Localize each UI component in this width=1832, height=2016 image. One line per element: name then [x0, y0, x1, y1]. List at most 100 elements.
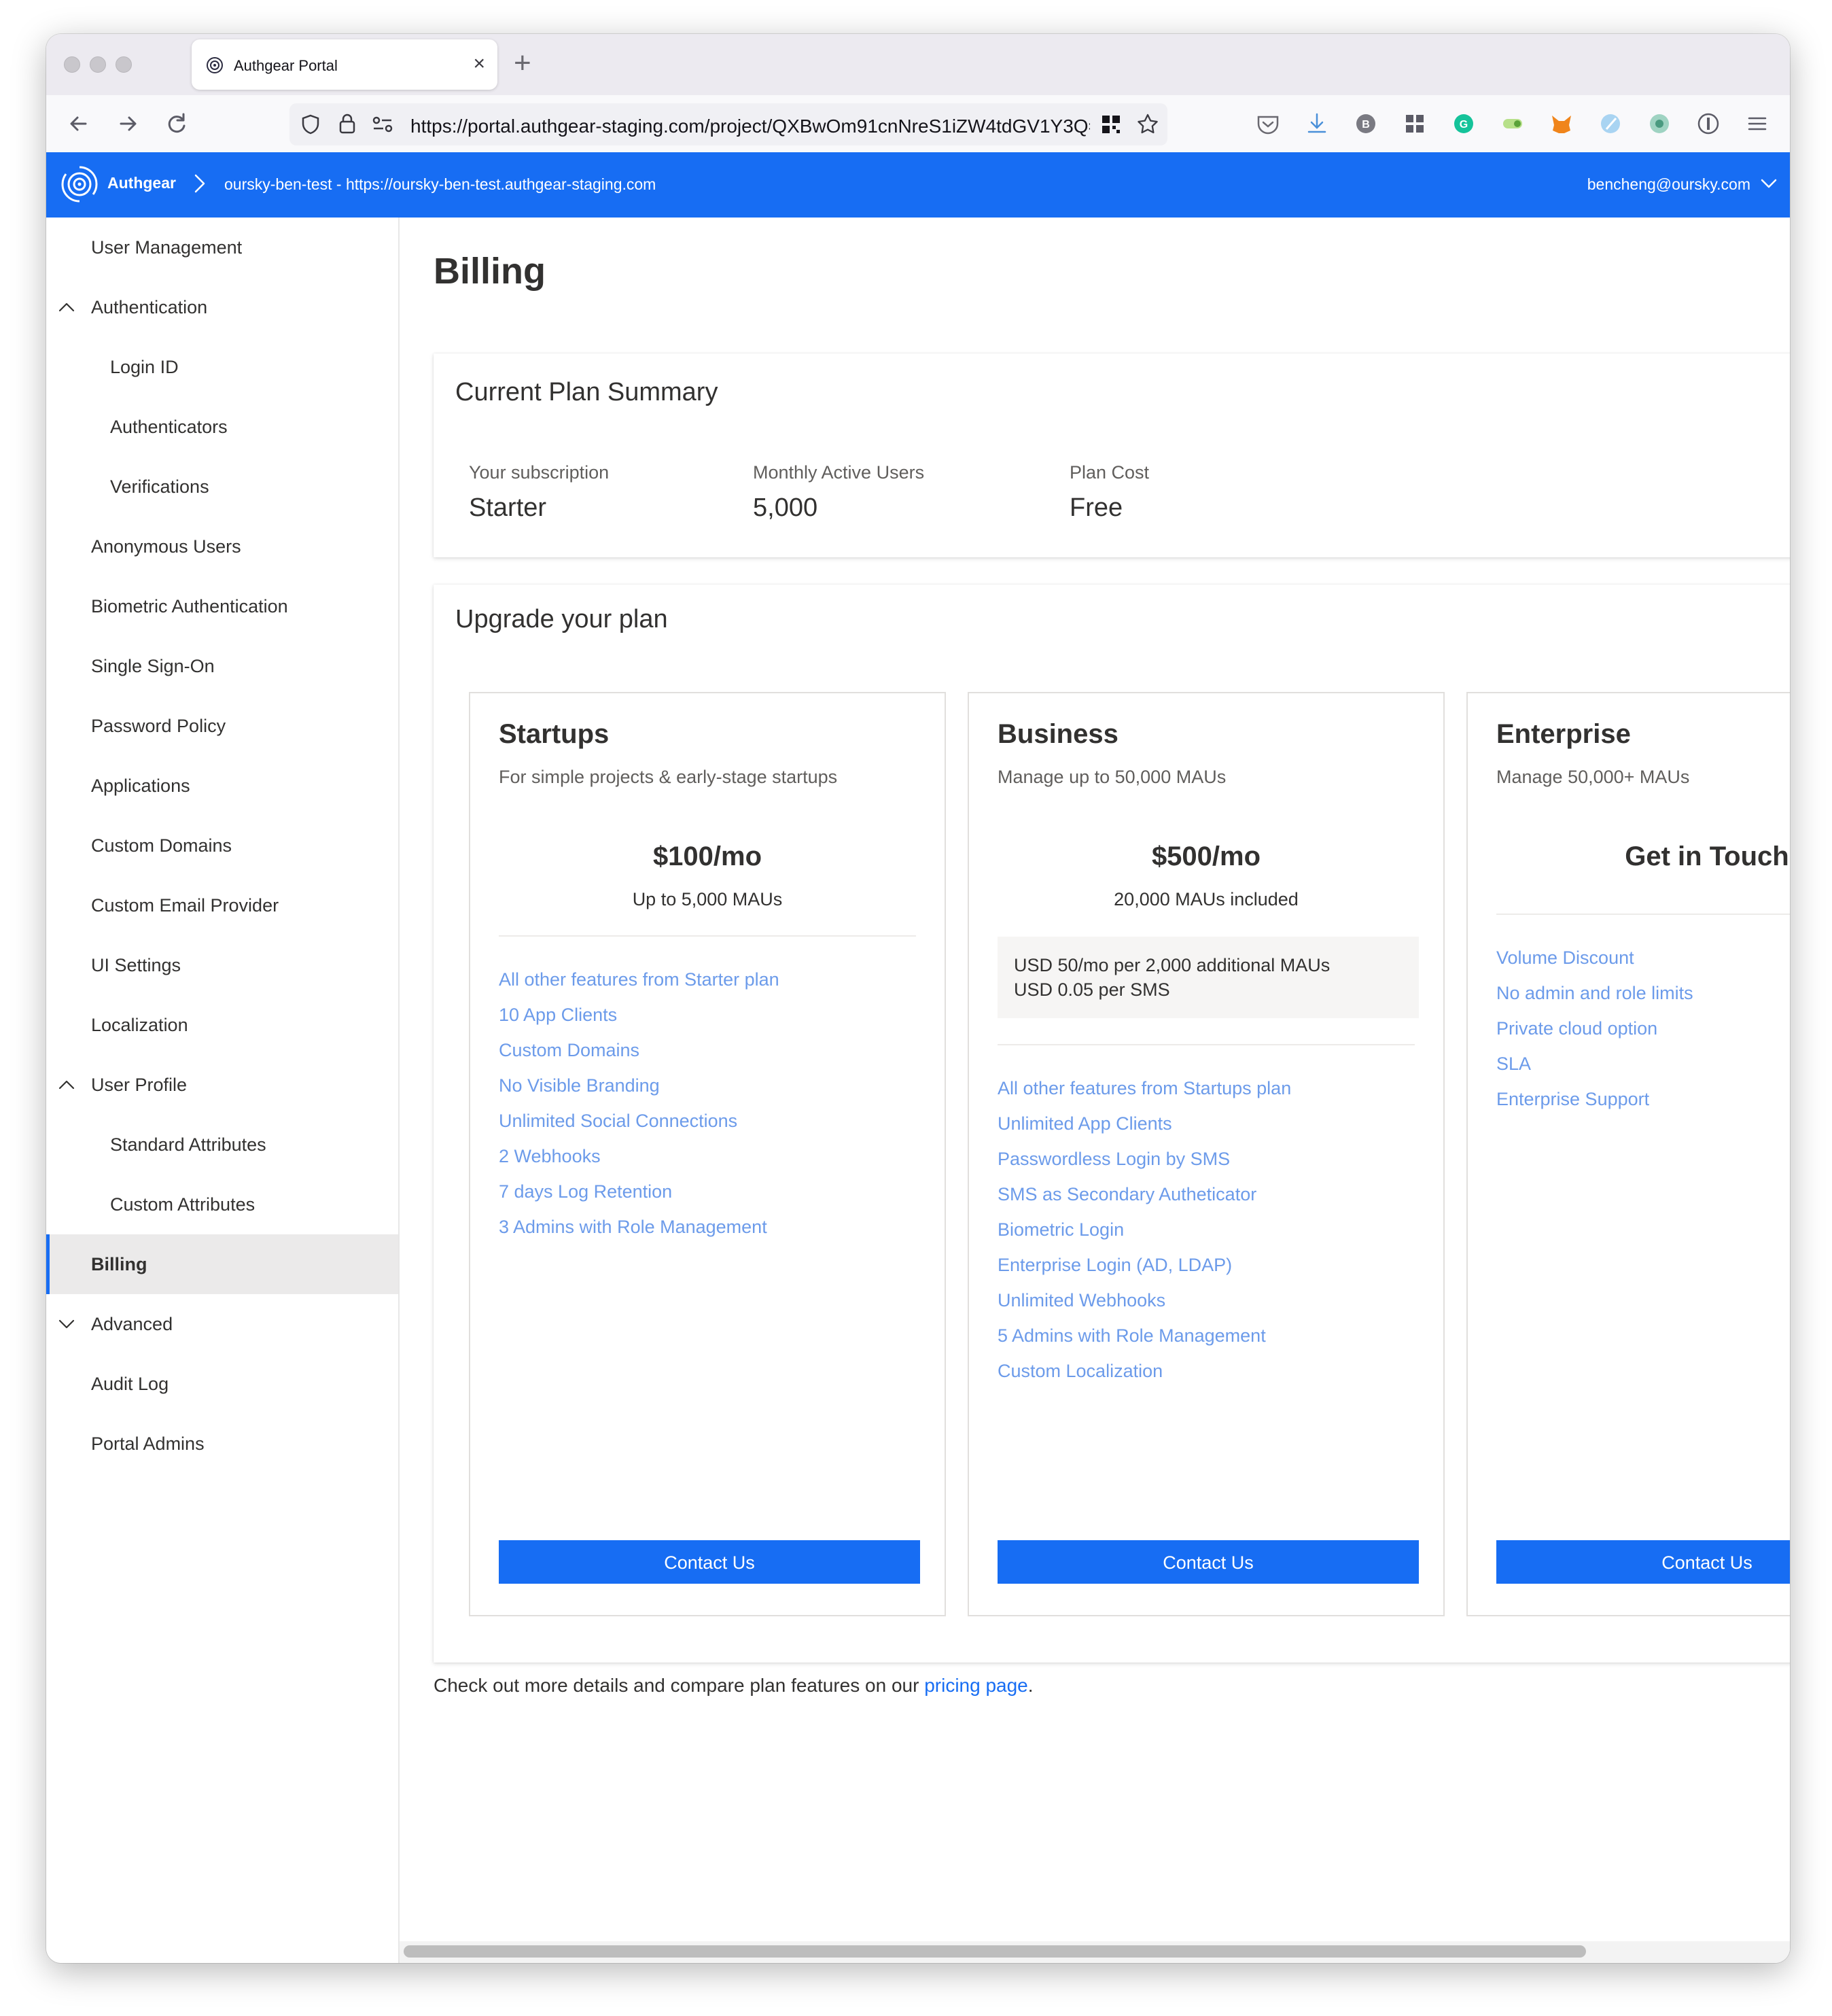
sidebar-item-label: Custom Domains: [91, 835, 232, 856]
sidebar-item-advanced[interactable]: Advanced: [46, 1294, 398, 1354]
feature-link[interactable]: Volume Discount: [1496, 948, 1634, 969]
permissions-icon[interactable]: [371, 114, 394, 135]
sidebar-item-label: Authentication: [91, 297, 208, 317]
sidebar-item-user-management[interactable]: User Management: [46, 218, 398, 277]
feature-link[interactable]: 3 Admins with Role Management: [499, 1217, 767, 1238]
download-icon[interactable]: [1302, 109, 1332, 139]
breadcrumb-chevron-icon: [194, 174, 205, 193]
minimize-window-button[interactable]: [90, 56, 106, 73]
pricing-page-link[interactable]: pricing page: [924, 1675, 1028, 1696]
brand-name[interactable]: Authgear: [107, 174, 176, 192]
back-icon[interactable]: [63, 107, 95, 140]
feature-link[interactable]: Private cloud option: [1496, 1018, 1657, 1039]
circle-extension-icon[interactable]: [1644, 109, 1674, 139]
feature-link[interactable]: 2 Webhooks: [499, 1146, 601, 1167]
feature-link[interactable]: Unlimited Social Connections: [499, 1111, 737, 1132]
sidebar-item-portal-admins[interactable]: Portal Admins: [46, 1414, 398, 1474]
feature-link[interactable]: Biometric Login: [998, 1219, 1124, 1240]
plan-card-startups: Startups For simple projects & early-sta…: [469, 692, 946, 1616]
sidebar-item-single-sign-on[interactable]: Single Sign-On: [46, 636, 398, 696]
browser-tab[interactable]: Authgear Portal ×: [192, 39, 497, 90]
metamask-fox-icon[interactable]: [1547, 109, 1576, 139]
plan-card-enterprise: Enterprise Manage 50,000+ MAUs Get in To…: [1466, 692, 1790, 1616]
close-window-button[interactable]: [64, 56, 80, 73]
feature-link[interactable]: All other features from Starter plan: [499, 969, 779, 990]
page-title: Billing: [434, 251, 546, 292]
sidebar-item-authenticators[interactable]: Authenticators: [46, 397, 398, 457]
sidebar-item-authentication[interactable]: Authentication: [46, 277, 398, 337]
sidebar-item-anonymous-users[interactable]: Anonymous Users: [46, 517, 398, 576]
horizontal-scrollbar[interactable]: [400, 1941, 1790, 1963]
sidebar-item-login-id[interactable]: Login ID: [46, 337, 398, 397]
sidebar-item-custom-email-provider[interactable]: Custom Email Provider: [46, 875, 398, 935]
sidebar-item-label: Anonymous Users: [91, 536, 241, 557]
reload-icon[interactable]: [160, 107, 193, 140]
password-manager-icon[interactable]: [1693, 109, 1723, 139]
url-bar[interactable]: https://portal.authgear-staging.com/proj…: [289, 103, 1167, 145]
sidebar-nav: User Management Authentication Login ID …: [46, 218, 400, 1963]
feature-link[interactable]: SMS as Secondary Autheticator: [998, 1184, 1256, 1205]
sidebar-item-standard-attributes[interactable]: Standard Attributes: [46, 1115, 398, 1175]
browser-toolbar: https://portal.authgear-staging.com/proj…: [46, 95, 1790, 152]
forward-icon[interactable]: [111, 107, 144, 140]
contact-us-button[interactable]: Contact Us: [1496, 1540, 1790, 1584]
project-breadcrumb[interactable]: oursky-ben-test - https://oursky-ben-tes…: [224, 175, 656, 194]
sidebar-item-biometric-authentication[interactable]: Biometric Authentication: [46, 576, 398, 636]
user-menu[interactable]: bencheng@oursky.com: [1587, 175, 1750, 194]
sidebar-item-label: Login ID: [110, 357, 179, 377]
sidebar-item-applications[interactable]: Applications: [46, 756, 398, 816]
sidebar-item-billing[interactable]: Billing: [46, 1234, 398, 1294]
scrollbar-thumb[interactable]: [404, 1945, 1586, 1958]
url-text[interactable]: https://portal.authgear-staging.com/proj…: [410, 116, 1090, 137]
tab-close-icon[interactable]: ×: [473, 52, 485, 76]
grammarly-icon[interactable]: G: [1449, 109, 1479, 139]
hamburger-menu-icon[interactable]: [1742, 109, 1772, 139]
divider: [1496, 914, 1790, 915]
lock-icon[interactable]: [337, 111, 357, 136]
sidebar-item-audit-log[interactable]: Audit Log: [46, 1354, 398, 1414]
plan-price: $500/mo: [1151, 841, 1261, 871]
sidebar-item-label: Advanced: [91, 1314, 173, 1334]
feature-link[interactable]: Unlimited App Clients: [998, 1113, 1172, 1134]
sidebar-item-label: Localization: [91, 1015, 188, 1035]
feature-link[interactable]: Custom Domains: [499, 1040, 639, 1061]
feature-link[interactable]: 7 days Log Retention: [499, 1181, 672, 1202]
feather-extension-icon[interactable]: [1596, 109, 1625, 139]
bookmark-star-icon[interactable]: [1136, 113, 1159, 136]
shield-icon[interactable]: [299, 113, 322, 136]
qr-code-icon[interactable]: [1101, 114, 1121, 135]
sidebar-item-ui-settings[interactable]: UI Settings: [46, 935, 398, 995]
toggle-extension-icon[interactable]: [1498, 109, 1528, 139]
sidebar-item-label: Authenticators: [110, 417, 228, 437]
sidebar-item-localization[interactable]: Localization: [46, 995, 398, 1055]
feature-link[interactable]: Unlimited Webhooks: [998, 1290, 1165, 1311]
feature-link[interactable]: 5 Admins with Role Management: [998, 1325, 1266, 1346]
authgear-logo-icon[interactable]: [60, 164, 99, 204]
feature-link[interactable]: SLA: [1496, 1054, 1531, 1075]
feature-link[interactable]: Enterprise Support: [1496, 1089, 1649, 1110]
sidebar-item-custom-domains[interactable]: Custom Domains: [46, 816, 398, 875]
feature-link[interactable]: 10 App Clients: [499, 1005, 617, 1026]
new-tab-button[interactable]: +: [514, 46, 531, 80]
feature-link[interactable]: Enterprise Login (AD, LDAP): [998, 1255, 1232, 1276]
chevron-down-icon[interactable]: [1760, 175, 1778, 192]
apps-grid-icon[interactable]: [1400, 109, 1430, 139]
tab-title: Authgear Portal: [234, 57, 338, 74]
pocket-icon[interactable]: [1253, 109, 1283, 139]
feature-link[interactable]: Passwordless Login by SMS: [998, 1149, 1230, 1170]
b-extension-icon[interactable]: B: [1351, 109, 1381, 139]
sidebar-item-custom-attributes[interactable]: Custom Attributes: [46, 1175, 398, 1234]
feature-link[interactable]: No Visible Branding: [499, 1075, 660, 1096]
plan-card-business: Business Manage up to 50,000 MAUs $500/m…: [968, 692, 1445, 1616]
sidebar-item-user-profile[interactable]: User Profile: [46, 1055, 398, 1115]
contact-us-button[interactable]: Contact Us: [499, 1540, 920, 1584]
feature-link[interactable]: No admin and role limits: [1496, 983, 1693, 1004]
subscription-value: Starter: [469, 493, 547, 522]
zoom-window-button[interactable]: [116, 56, 132, 73]
feature-link[interactable]: All other features from Startups plan: [998, 1078, 1291, 1099]
sidebar-item-password-policy[interactable]: Password Policy: [46, 696, 398, 756]
feature-link[interactable]: Custom Localization: [998, 1361, 1163, 1382]
sidebar-item-verifications[interactable]: Verifications: [46, 457, 398, 517]
plan-description: Manage up to 50,000 MAUs: [998, 767, 1227, 787]
contact-us-button[interactable]: Contact Us: [998, 1540, 1419, 1584]
